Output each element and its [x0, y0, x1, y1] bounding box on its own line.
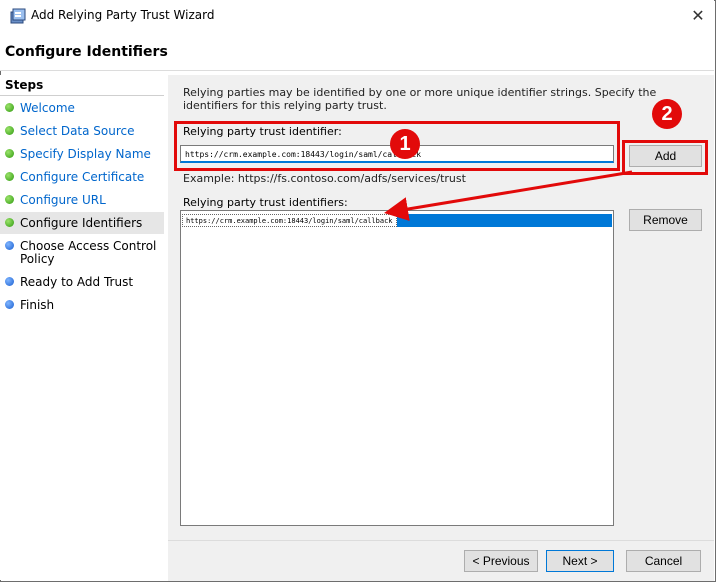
step-done-icon [5, 172, 14, 181]
step-label: Configure Identifiers [20, 216, 143, 230]
header-divider [0, 70, 714, 71]
example-text: Example: https://fs.contoso.com/adfs/ser… [183, 172, 466, 185]
step-pending-icon [5, 241, 14, 250]
remove-button[interactable]: Remove [629, 209, 702, 231]
step-select-data-source[interactable]: Select Data Source [0, 120, 164, 142]
step-label: Choose Access Control [20, 239, 157, 253]
annotation-box-add [622, 140, 708, 175]
step-current-icon [5, 218, 14, 227]
list-item[interactable]: https://crm.example.com:18443/login/saml… [182, 214, 612, 227]
list-item-text: https://crm.example.com:18443/login/saml… [182, 214, 397, 227]
cancel-button[interactable]: Cancel [626, 550, 701, 572]
step-label: Ready to Add Trust [20, 275, 134, 289]
step-configure-certificate[interactable]: Configure Certificate [0, 166, 164, 188]
window-title: Add Relying Party Trust Wizard [31, 8, 215, 22]
step-specify-display-name[interactable]: Specify Display Name [0, 143, 164, 165]
next-button[interactable]: Next > [546, 550, 614, 572]
steps-divider [0, 95, 164, 96]
step-label: Finish [20, 298, 55, 312]
step-pending-icon [5, 300, 14, 309]
step-done-icon [5, 149, 14, 158]
step-configure-identifiers: Configure Identifiers [0, 212, 164, 234]
step-ready-to-add-trust: Ready to Add Trust [0, 271, 164, 293]
page-title: Configure Identifiers [5, 44, 168, 60]
identifiers-list-label: Relying party trust identifiers: [183, 196, 348, 209]
step-label: Configure URL [20, 193, 106, 207]
close-icon[interactable]: ✕ [687, 5, 709, 27]
step-label: Configure Certificate [20, 170, 145, 184]
step-done-icon [5, 103, 14, 112]
steps-title: Steps [5, 78, 44, 92]
step-done-icon [5, 126, 14, 135]
annotation-badge-1: 1 [390, 129, 420, 159]
adfs-app-icon [10, 8, 26, 24]
step-label: Select Data Source [20, 124, 135, 138]
previous-button[interactable]: < Previous [464, 550, 538, 572]
step-finish: Finish [0, 294, 164, 316]
annotation-badge-2: 2 [652, 99, 682, 129]
step-done-icon [5, 195, 14, 204]
step-welcome[interactable]: Welcome [0, 97, 164, 119]
step-label: Welcome [20, 101, 75, 115]
step-label-line2: Policy [20, 252, 55, 266]
step-choose-access-control-policy: Choose Access Control Policy [0, 235, 164, 271]
step-configure-url[interactable]: Configure URL [0, 189, 164, 211]
step-label: Specify Display Name [20, 147, 151, 161]
description-text: Relying parties may be identified by one… [183, 86, 657, 112]
step-pending-icon [5, 277, 14, 286]
identifiers-list[interactable]: https://crm.example.com:18443/login/saml… [180, 210, 614, 526]
